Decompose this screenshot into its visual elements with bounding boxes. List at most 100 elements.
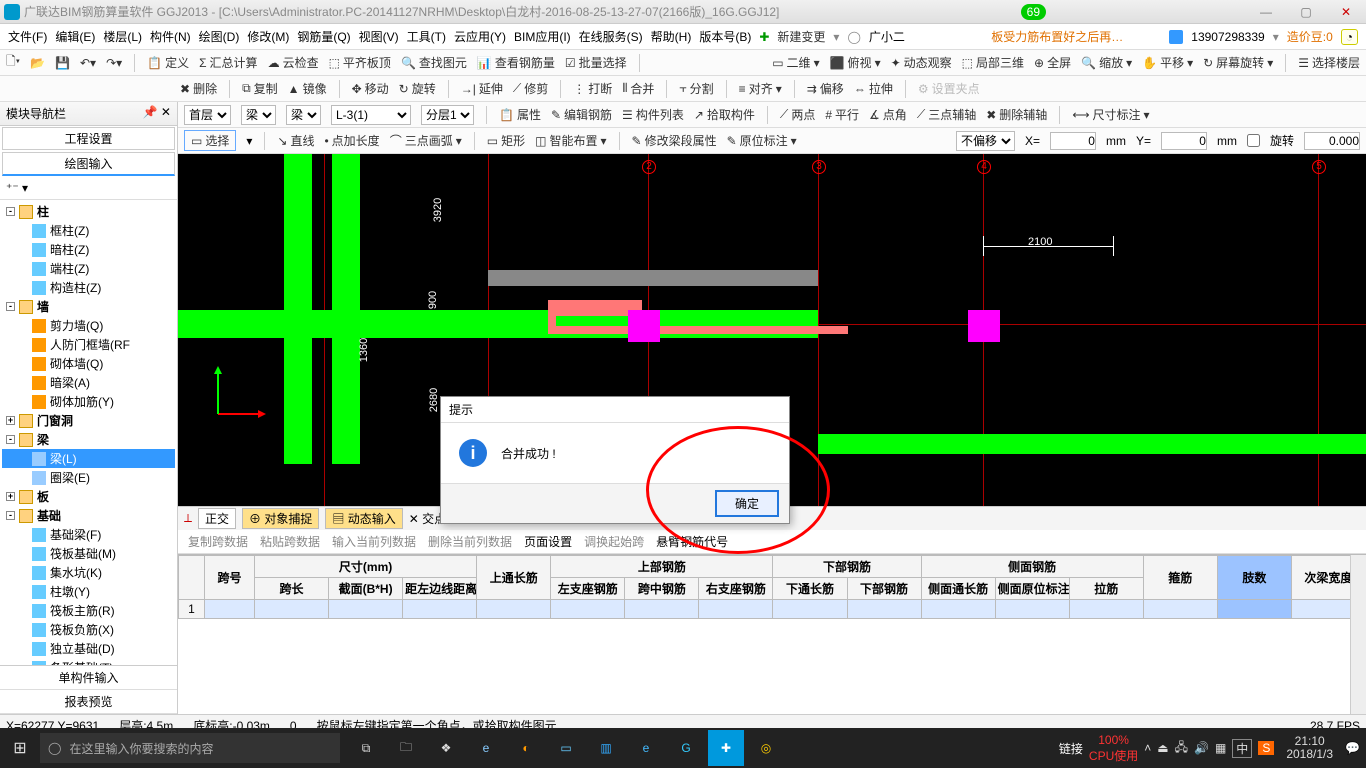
tree-item-beam-l[interactable]: 梁(L) <box>50 450 77 467</box>
tray-sogou-icon[interactable]: S <box>1258 741 1274 755</box>
pick-button[interactable]: ↗拾取构件 <box>694 106 755 123</box>
data-tab[interactable]: 悬臂钢筋代号 <box>656 533 728 550</box>
task-app-icon[interactable]: ✚ <box>708 730 744 766</box>
credit-label[interactable]: 造价豆:0 <box>1287 28 1333 45</box>
rotate-screen-button[interactable]: ↻ 屏幕旋转▾ <box>1203 54 1273 71</box>
zoom-button[interactable]: 🔍 缩放▾ <box>1081 54 1132 71</box>
tree-item[interactable]: 基础梁(F) <box>50 526 101 543</box>
tree-item[interactable]: 圈梁(E) <box>50 469 90 486</box>
tree-column[interactable]: 柱 <box>37 203 49 220</box>
redo-icon[interactable]: ↷▾ <box>106 56 122 70</box>
tree-item[interactable]: 暗柱(Z) <box>50 241 89 258</box>
data-tab[interactable]: 删除当前列数据 <box>428 533 512 550</box>
pin-icon[interactable]: 📌 ✕ <box>143 105 171 122</box>
dyninput-button[interactable]: ▤ 动态输入 <box>325 508 402 529</box>
tree-item[interactable]: 筏板负筋(X) <box>50 621 114 638</box>
rect-button[interactable]: ▭矩形 <box>487 132 525 149</box>
two-pt-button[interactable]: ⟋两点 <box>780 106 815 123</box>
layer-select[interactable]: 分层1 <box>421 105 474 125</box>
menu-tip[interactable]: 板受力筋布置好之后再… <box>991 28 1123 45</box>
maximize-button[interactable]: ▢ <box>1286 5 1326 19</box>
taskbar[interactable]: ⊞ ◯ 在这里输入你要搜索的内容 ⧉ 🗀 ❖ e ◐ ▭ ▥ e G ✚ ◎ 链… <box>0 728 1366 768</box>
del-axis-button[interactable]: ✖删除辅轴 <box>986 106 1047 123</box>
pt-angle-button[interactable]: ∡点角 <box>869 106 907 123</box>
task-app-icon[interactable]: ◐ <box>508 730 544 766</box>
batch-select-button[interactable]: ☑ 批量选择 <box>565 54 627 71</box>
edit-beam-prop-button[interactable]: ✎修改梁段属性 <box>632 132 717 149</box>
three-pt-button[interactable]: ⟋三点辅轴 <box>917 106 976 123</box>
osnap-button[interactable]: ⊕ 对象捕捉 <box>242 508 319 529</box>
task-view-icon[interactable]: ⧉ <box>348 730 384 766</box>
tree-foundation[interactable]: 基础 <box>37 507 61 524</box>
task-app-icon[interactable]: ◎ <box>748 730 784 766</box>
offset-button[interactable]: ⇉ 偏移 <box>807 80 844 97</box>
minimize-button[interactable]: — <box>1246 5 1286 19</box>
find-element-button[interactable]: 🔍 查找图元 <box>401 54 467 71</box>
menu-user[interactable]: 广小二 <box>869 28 905 45</box>
break-button[interactable]: ⋮ 打断 <box>573 80 612 97</box>
task-app-icon[interactable]: e <box>628 730 664 766</box>
delete-button[interactable]: ✖ 删除 <box>180 80 217 97</box>
define-button[interactable]: 📋 定义 <box>147 54 189 71</box>
start-button[interactable]: ⊞ <box>0 738 40 758</box>
menu-file[interactable]: 文件(F) <box>8 28 47 45</box>
stretch-button[interactable]: ⇔ 拉伸 <box>854 80 893 97</box>
menu-component[interactable]: 构件(N) <box>150 28 191 45</box>
tree-item[interactable]: 框柱(Z) <box>50 222 89 239</box>
name-select[interactable]: L-3(1) <box>331 105 411 125</box>
rotate-checkbox[interactable] <box>1247 134 1260 147</box>
arc-button[interactable]: ⌒三点画弧▾ <box>390 132 462 149</box>
tree-item[interactable]: 构造柱(Z) <box>50 279 101 296</box>
y-input[interactable] <box>1161 132 1207 150</box>
side-report-preview[interactable]: 报表预览 <box>0 690 177 714</box>
menu-rebar[interactable]: 钢筋量(Q) <box>297 28 350 45</box>
tree-item[interactable]: 独立基础(D) <box>50 640 115 657</box>
component-list-button[interactable]: ☰构件列表 <box>622 106 684 123</box>
orbit-button[interactable]: ✦ 动态观察 <box>891 54 952 71</box>
merge-button[interactable]: ⫴ 合并 <box>622 80 654 97</box>
tray-link[interactable]: 链接 <box>1059 740 1083 757</box>
tree-opening[interactable]: 门窗洞 <box>37 412 73 429</box>
tree-wall[interactable]: 墙 <box>37 298 49 315</box>
task-app-icon[interactable]: ❖ <box>428 730 464 766</box>
tray-notification-icon[interactable]: 💬 <box>1345 741 1360 755</box>
menu-floor[interactable]: 楼层(L) <box>103 28 142 45</box>
tray-app-icon[interactable]: ▦ <box>1215 741 1226 755</box>
data-tab[interactable]: 调换起始跨 <box>584 533 644 550</box>
tray-clock[interactable]: 21:102018/1/3 <box>1280 735 1339 761</box>
data-tab[interactable]: 粘贴跨数据 <box>260 533 320 550</box>
2d-button[interactable]: ▭ 二维▾ <box>772 54 819 71</box>
tree-item[interactable]: 砌体加筋(Y) <box>50 393 114 410</box>
tray-volume-icon[interactable]: 🔊 <box>1194 741 1209 755</box>
tab-project-setting[interactable]: 工程设置 <box>2 127 175 150</box>
mirror-button[interactable]: ▲ 镜像 <box>288 80 327 97</box>
pt-len-button[interactable]: •点加长度 <box>324 132 379 149</box>
type-select[interactable]: 梁 <box>286 105 321 125</box>
fullscreen-button[interactable]: ⊕ 全屏 <box>1034 54 1071 71</box>
data-tab[interactable]: 输入当前列数据 <box>332 533 416 550</box>
parallel-button[interactable]: #平行 <box>825 106 859 123</box>
task-app-icon[interactable]: ▭ <box>548 730 584 766</box>
move-button[interactable]: ✥ 移动 <box>352 80 389 97</box>
data-tab-active[interactable]: 页面设置 <box>524 533 572 550</box>
menu-phone[interactable]: 13907298339 <box>1191 30 1264 44</box>
menu-view[interactable]: 视图(V) <box>359 28 399 45</box>
menu-cloud[interactable]: 云应用(Y) <box>454 28 506 45</box>
x-input[interactable] <box>1050 132 1096 150</box>
copy-button[interactable]: ⧉ 复制 <box>242 80 278 97</box>
smart-layout-button[interactable]: ◫智能布置▾ <box>535 132 606 149</box>
align-slab-button[interactable]: ⬚ 平齐板顶 <box>329 54 391 71</box>
tree-item[interactable]: 端柱(Z) <box>50 260 89 277</box>
cloud-check-button[interactable]: ☁ 云检查 <box>268 54 319 71</box>
tray-cpu[interactable]: 100%CPU使用 <box>1089 733 1138 764</box>
extend-button[interactable]: →| 延伸 <box>461 80 503 97</box>
category-select[interactable]: 梁 <box>241 105 276 125</box>
tray-eject-icon[interactable]: ⏏ <box>1157 741 1168 755</box>
menu-help[interactable]: 帮助(H) <box>651 28 692 45</box>
undo-icon[interactable]: ↶▾ <box>80 56 96 70</box>
view-rebar-button[interactable]: 📊 查看钢筋量 <box>477 54 555 71</box>
tree-item[interactable]: 人防门框墙(RF <box>50 336 130 353</box>
menu-modify[interactable]: 修改(M) <box>247 28 289 45</box>
tree-slab[interactable]: 板 <box>37 488 49 505</box>
prop-button[interactable]: 📋属性 <box>499 106 541 123</box>
